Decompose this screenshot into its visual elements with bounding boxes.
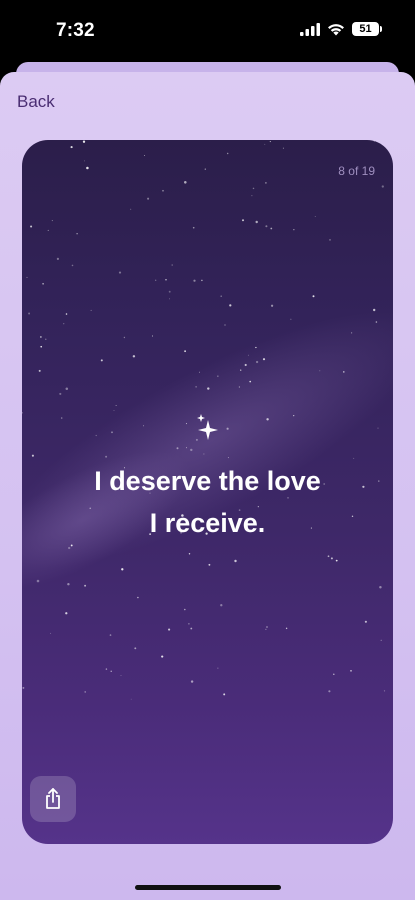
share-button[interactable] [30,776,76,822]
affirmation-card[interactable]: 8 of 19 I deserve the love I receive. [22,140,393,844]
back-button[interactable]: Back [17,92,55,112]
sparkle-icon [197,414,218,440]
modal-sheet: Back 8 of 19 I deserve the love I receiv… [0,72,415,900]
card-counter: 8 of 19 [338,164,375,178]
status-icons: 51 [300,22,382,36]
battery-level: 51 [359,23,372,35]
share-icon [46,788,60,809]
home-indicator[interactable] [135,885,281,890]
status-bar: 7:32 51 [0,0,415,62]
wifi-icon [328,23,344,35]
status-time: 7:32 [56,20,95,41]
battery-icon: 51 [352,22,382,36]
affirmation-line-2: I receive. [149,508,266,538]
signal-icon [300,22,320,36]
affirmation-line-1: I deserve the love [94,466,321,496]
affirmation-text: I deserve the love I receive. [22,460,393,544]
